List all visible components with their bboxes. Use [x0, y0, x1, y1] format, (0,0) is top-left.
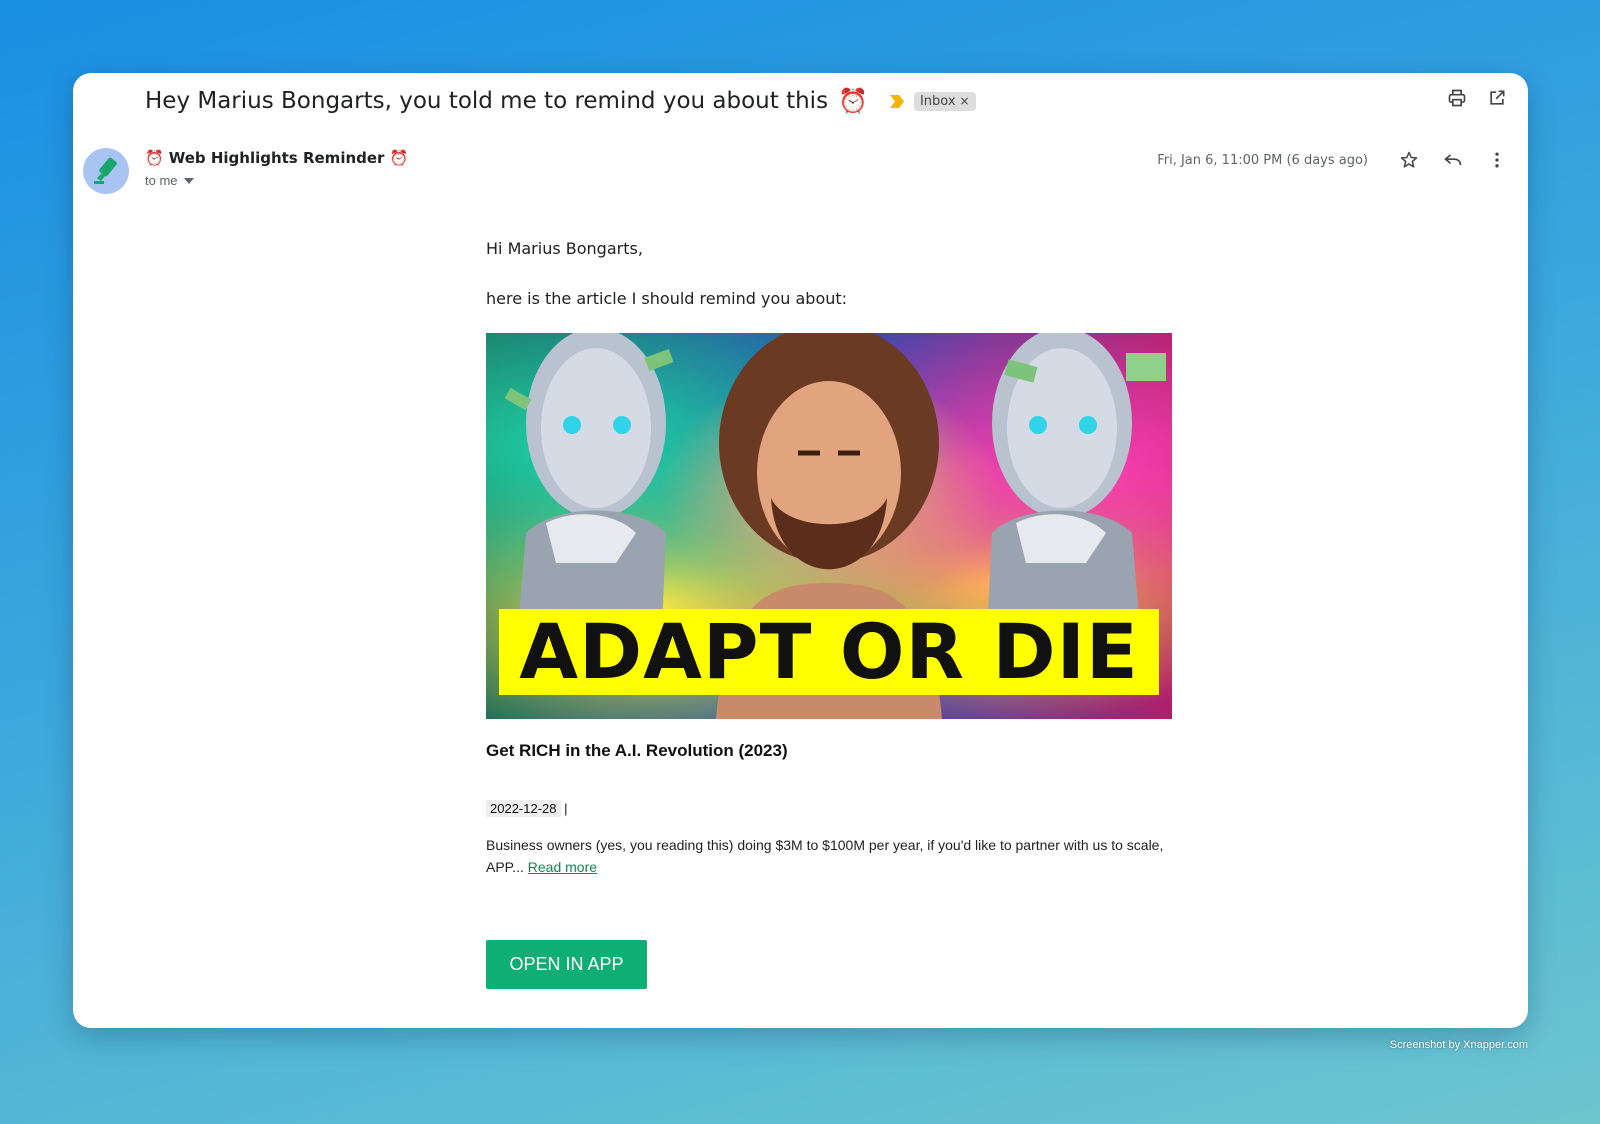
sender-name-text: Web Highlights Reminder	[168, 149, 385, 167]
inbox-label-chip[interactable]: Inbox ×	[913, 91, 976, 111]
article-thumbnail[interactable]: ADAPT OR DIE	[486, 333, 1172, 719]
open-in-app-button[interactable]: OPEN IN APP	[486, 940, 647, 989]
alarm-clock-icon: ⏰	[145, 149, 164, 167]
important-label-icon[interactable]	[889, 94, 904, 108]
thumbnail-banner-text: ADAPT OR DIE	[519, 607, 1139, 696]
reply-icon[interactable]	[1442, 149, 1464, 171]
date-separator: |	[560, 801, 568, 816]
highlighter-icon	[94, 157, 117, 184]
article-description: Business owners (yes, you reading this) …	[486, 834, 1166, 878]
more-vert-icon[interactable]	[1486, 149, 1508, 171]
print-icon[interactable]	[1446, 87, 1468, 109]
email-body: Hi Marius Bongarts, here is the article …	[486, 239, 1176, 989]
top-actions	[1446, 87, 1508, 109]
article-date-line: 2022-12-28 |	[486, 800, 1176, 817]
greeting: Hi Marius Bongarts,	[486, 239, 643, 258]
intro-text: here is the article I should remind you …	[486, 289, 848, 308]
sender-name[interactable]: ⏰ Web Highlights Reminder ⏰	[145, 149, 408, 167]
dropdown-arrow-icon	[183, 177, 194, 184]
subject-text: Hey Marius Bongarts, you told me to remi…	[145, 88, 829, 114]
email-window: Hey Marius Bongarts, you told me to remi…	[73, 73, 1528, 1028]
sender-block: ⏰ Web Highlights Reminder ⏰ to me	[145, 149, 408, 188]
robot-figure-left	[516, 333, 666, 653]
star-icon[interactable]	[1398, 149, 1420, 171]
recipient-details[interactable]: to me	[145, 173, 408, 188]
read-more-link[interactable]: Read more	[528, 859, 597, 875]
alarm-clock-icon: ⏰	[838, 87, 868, 115]
alarm-clock-icon: ⏰	[389, 149, 409, 167]
email-date: Fri, Jan 6, 11:00 PM (6 days ago)	[1157, 152, 1368, 168]
robot-figure-right	[986, 333, 1142, 653]
recipient-text: to me	[145, 173, 178, 188]
open-in-new-icon[interactable]	[1486, 87, 1508, 109]
article-date: 2022-12-28	[486, 800, 561, 817]
article-title: Get RICH in the A.I. Revolution (2023)	[486, 741, 788, 760]
screenshot-credit: Screenshot by Xnapper.com	[1389, 1039, 1528, 1051]
avatar[interactable]	[83, 148, 129, 194]
message-meta: Fri, Jan 6, 11:00 PM (6 days ago)	[1157, 149, 1508, 171]
remove-label-button[interactable]: ×	[960, 94, 970, 108]
inbox-label-text: Inbox	[919, 93, 956, 109]
email-subject: Hey Marius Bongarts, you told me to remi…	[145, 85, 976, 117]
thumbnail-banner: ADAPT OR DIE	[499, 609, 1159, 695]
